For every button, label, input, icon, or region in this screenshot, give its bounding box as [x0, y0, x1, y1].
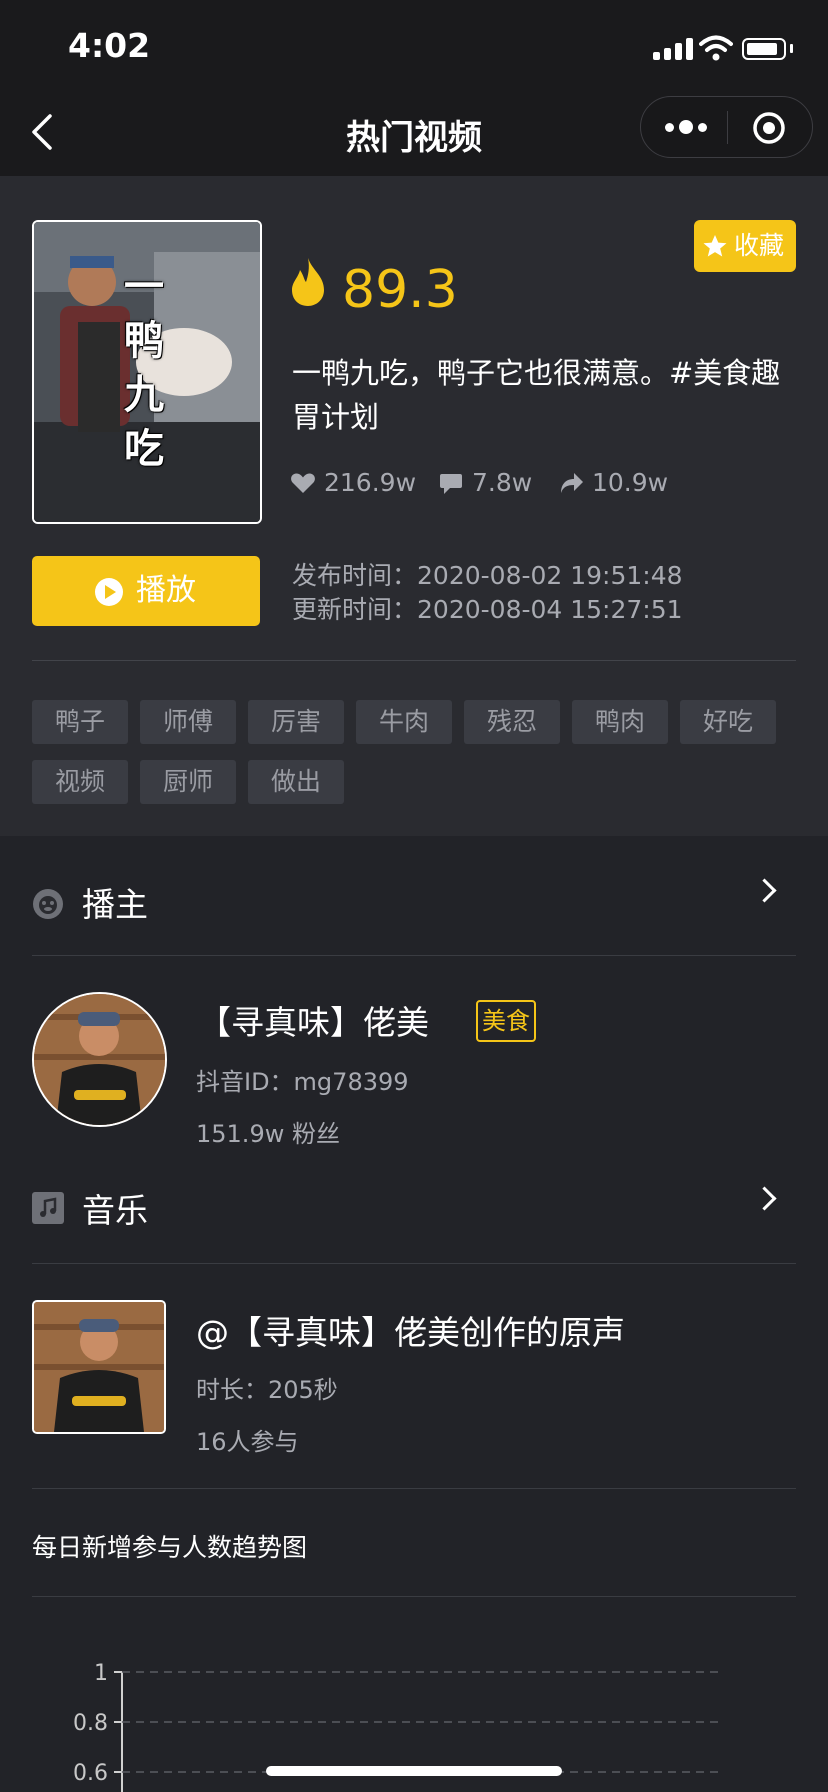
follower-count: 151.9w 粉丝	[196, 1120, 340, 1148]
music-title: @【寻真味】佬美创作的原声	[196, 1313, 625, 1352]
anchor-section-title: 播主	[82, 885, 148, 924]
battery-icon	[742, 38, 786, 60]
home-indicator	[266, 1766, 562, 1776]
avatar[interactable]	[32, 992, 167, 1127]
douyin-id: 抖音ID：mg78399	[196, 1068, 409, 1096]
video-title: 一鸭九吃，鸭子它也很满意。#美食趣胃计划	[292, 356, 781, 434]
share-count: 10.9w	[592, 468, 669, 497]
tag[interactable]: 厨师	[140, 760, 236, 804]
monkey-icon	[33, 889, 63, 919]
anchor-header[interactable]: 播主	[0, 860, 828, 940]
chevron-right-icon	[752, 878, 777, 903]
music-note-icon	[32, 1192, 64, 1224]
tag[interactable]: 做出	[248, 760, 344, 804]
chevron-right-icon	[752, 1186, 777, 1211]
y-tick-label: 0.6	[73, 1761, 108, 1786]
update-time: 更新时间：2020-08-04 15:27:51	[292, 595, 683, 624]
heat-score: 89.3	[342, 260, 458, 320]
y-tick-label: 1	[94, 1661, 108, 1686]
battery-tip	[790, 44, 793, 53]
tag[interactable]: 残忍	[464, 700, 560, 744]
like-icon	[291, 473, 315, 493]
tag[interactable]: 师傅	[140, 700, 236, 744]
y-tick-label: 0.8	[73, 1711, 108, 1736]
favorite-button[interactable]: 收藏	[694, 220, 796, 272]
anchor-name: 【寻真味】佬美	[198, 1003, 429, 1042]
publish-time: 发布时间：2020-08-02 19:51:48	[292, 561, 683, 590]
divider	[32, 660, 796, 661]
video-thumbnail[interactable]: 一 鸭 九 吃	[32, 220, 262, 524]
thumbnail-caption: 一 鸭 九 吃	[124, 264, 164, 472]
tag[interactable]: 好吃	[680, 700, 776, 744]
music-duration: 时长：205秒	[196, 1376, 338, 1404]
play-label: 播放	[136, 573, 196, 608]
divider	[32, 1596, 796, 1597]
signal-icon	[653, 38, 695, 60]
music-participants: 16人参与	[196, 1428, 299, 1456]
music-section-title: 音乐	[82, 1191, 148, 1230]
status-time: 4:02	[68, 26, 151, 65]
more-icon[interactable]	[665, 117, 709, 137]
divider	[32, 1263, 796, 1264]
like-count: 216.9w	[324, 468, 417, 497]
tag[interactable]: 牛肉	[356, 700, 452, 744]
favorite-label: 收藏	[734, 231, 785, 260]
divider	[32, 955, 796, 956]
comment-count: 7.8w	[472, 468, 533, 497]
play-icon	[95, 578, 123, 606]
wifi-icon	[699, 35, 733, 61]
comment-icon	[440, 474, 462, 494]
close-target-icon[interactable]	[751, 110, 787, 146]
tag[interactable]: 鸭肉	[572, 700, 668, 744]
category-badge: 美食	[476, 1000, 536, 1042]
music-header[interactable]: 音乐	[0, 1168, 828, 1248]
divider	[32, 1488, 796, 1489]
play-button[interactable]: 播放	[32, 556, 260, 626]
trend-title: 每日新增参与人数趋势图	[32, 1533, 308, 1562]
tag[interactable]: 厉害	[248, 700, 344, 744]
tag[interactable]: 视频	[32, 760, 128, 804]
star-icon	[703, 235, 727, 257]
music-cover[interactable]	[32, 1300, 166, 1434]
tag[interactable]: 鸭子	[32, 700, 128, 744]
share-icon	[561, 473, 583, 493]
mini-program-capsule	[640, 96, 813, 158]
fire-icon	[292, 258, 324, 306]
